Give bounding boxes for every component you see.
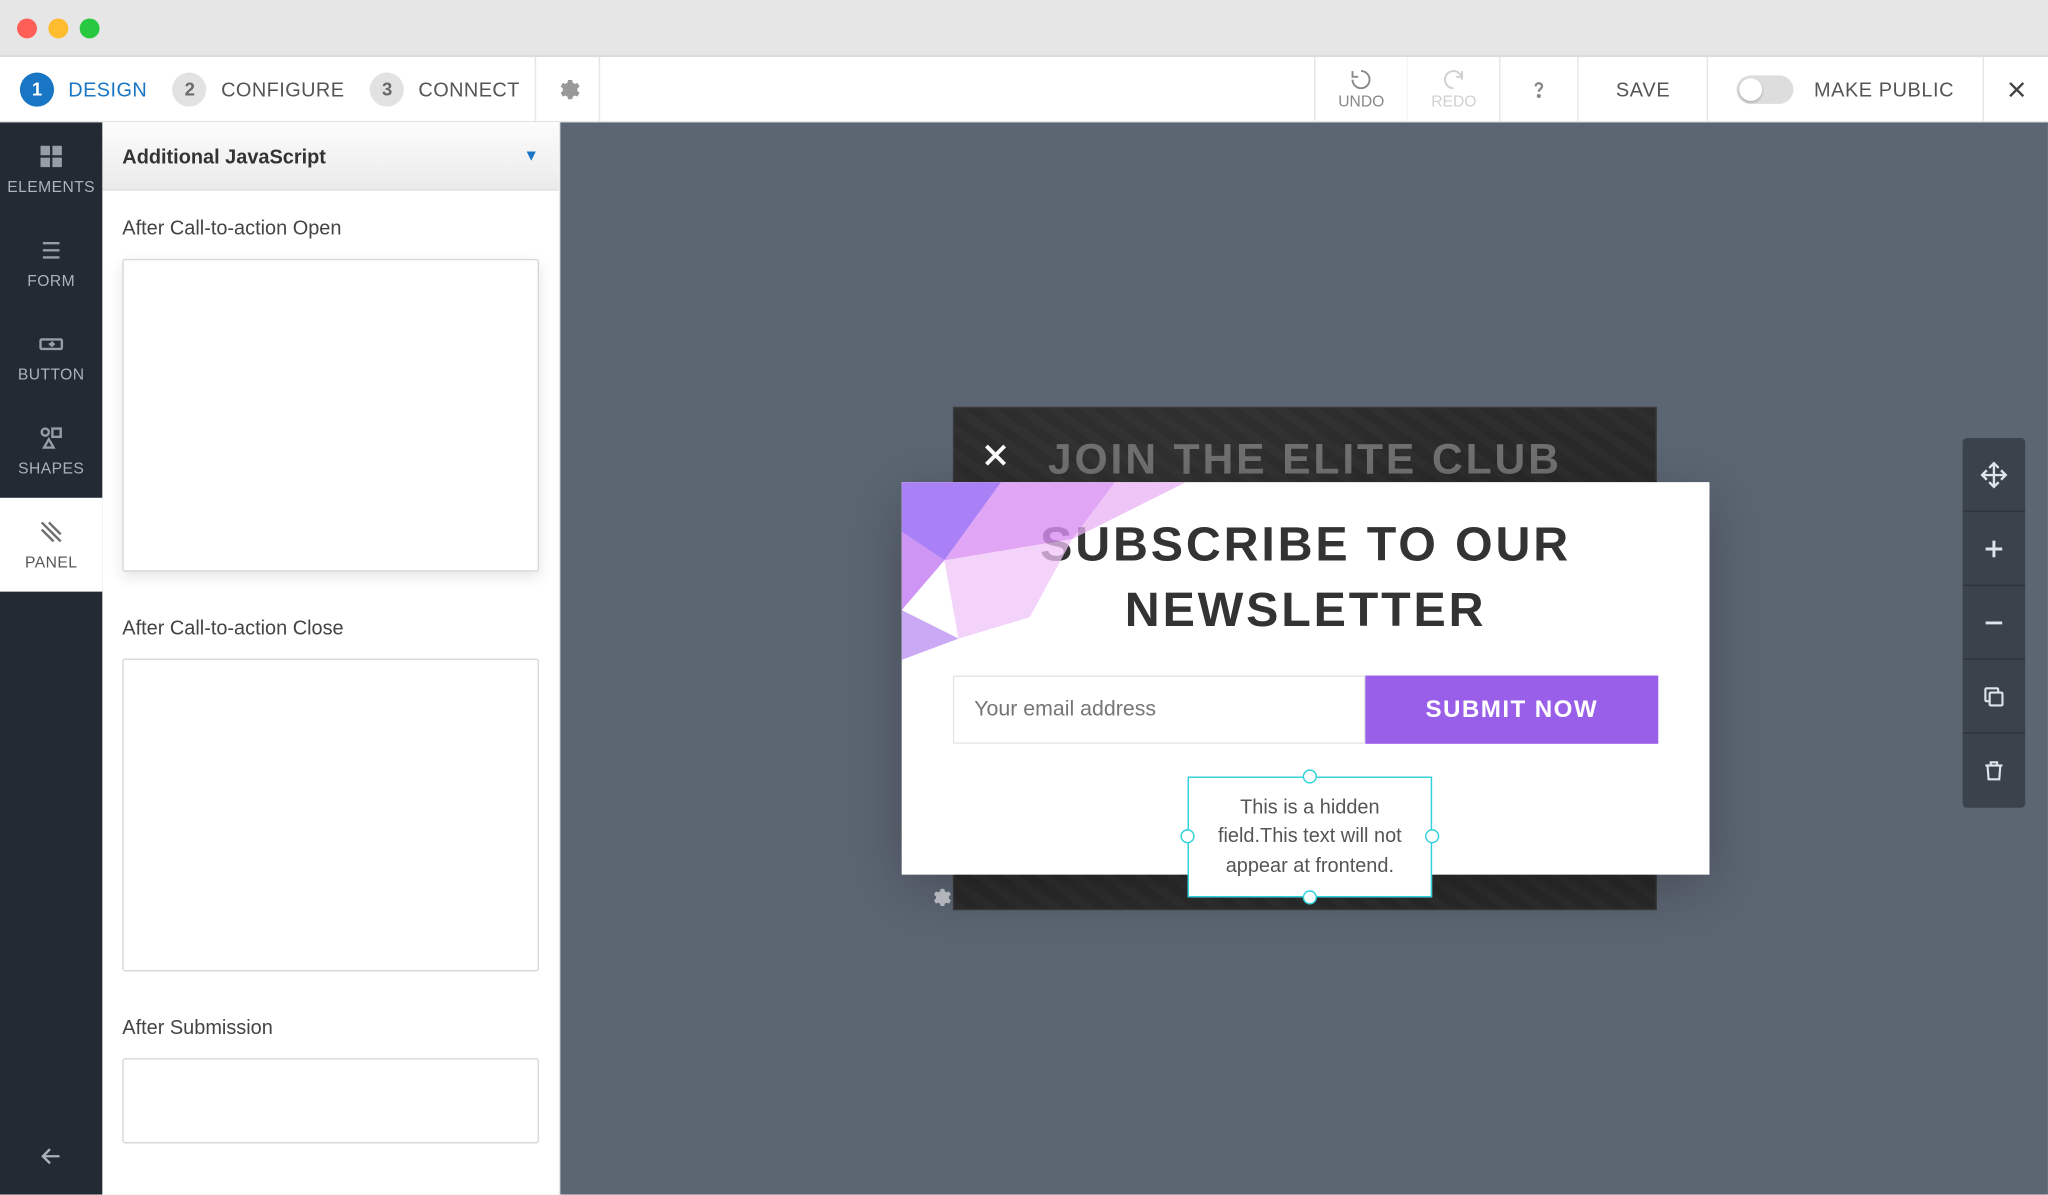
- step-design[interactable]: 1 DESIGN: [20, 72, 147, 106]
- help-button[interactable]: [1499, 57, 1577, 121]
- step-number: 2: [173, 72, 207, 106]
- close-window-icon[interactable]: [17, 18, 37, 38]
- make-public-label: MAKE PUBLIC: [1814, 78, 1954, 101]
- shapes-icon: [37, 424, 65, 452]
- panel-section-header[interactable]: Additional JavaScript ▼: [102, 122, 559, 190]
- gear-icon: [929, 886, 952, 909]
- sidebar-item-panel[interactable]: PANEL: [0, 498, 102, 592]
- submit-button[interactable]: SUBMIT NOW: [1365, 675, 1658, 743]
- close-icon: [2005, 78, 2028, 101]
- selected-hidden-field[interactable]: This is a hidden field.This text will no…: [1188, 777, 1433, 898]
- zoom-in-button[interactable]: [1963, 512, 2026, 586]
- move-icon: [1980, 460, 2008, 488]
- field-label: After Call-to-action Open: [122, 216, 539, 239]
- redo-button[interactable]: REDO: [1407, 57, 1499, 121]
- delete-button[interactable]: [1963, 734, 2026, 808]
- sidebar-item-label: FORM: [27, 273, 75, 290]
- make-public-section: MAKE PUBLIC: [1707, 57, 1982, 121]
- after-submission-textarea[interactable]: [122, 1058, 539, 1143]
- popup-title: SUBSCRIBE TO OUR NEWSLETTER: [902, 482, 1710, 644]
- after-close-textarea[interactable]: [122, 658, 539, 971]
- after-open-textarea[interactable]: [122, 259, 539, 572]
- field-label: After Call-to-action Close: [122, 616, 539, 639]
- help-icon: [1526, 76, 1552, 102]
- sidebar-item-shapes[interactable]: SHAPES: [0, 404, 102, 498]
- undo-button[interactable]: UNDO: [1314, 57, 1407, 121]
- zoom-out-button[interactable]: [1963, 586, 2026, 660]
- move-tool-button[interactable]: [1963, 438, 2026, 512]
- step-number: 1: [20, 72, 54, 106]
- redo-label: REDO: [1431, 93, 1476, 110]
- step-label: CONNECT: [418, 78, 519, 101]
- sidebar-item-elements[interactable]: ELEMENTS: [0, 122, 102, 216]
- plus-icon: [1980, 534, 2008, 562]
- panel-section-title: Additional JavaScript: [122, 144, 326, 167]
- field-label: After Submission: [122, 1015, 539, 1038]
- hidden-field-text: This is a hidden field.This text will no…: [1218, 795, 1402, 875]
- save-label: SAVE: [1616, 78, 1670, 101]
- list-icon: [37, 236, 65, 264]
- step-configure[interactable]: 2 CONFIGURE: [173, 72, 345, 106]
- floating-tools: [1963, 438, 2026, 808]
- settings-button[interactable]: [534, 56, 599, 121]
- sidebar-item-button[interactable]: BUTTON: [0, 310, 102, 404]
- close-button[interactable]: [1983, 57, 2048, 121]
- properties-panel: Additional JavaScript ▼ After Call-to-ac…: [102, 122, 560, 1194]
- copy-button[interactable]: [1963, 660, 2026, 734]
- sidebar-item-label: PANEL: [25, 555, 77, 572]
- resize-handle-w[interactable]: [1180, 830, 1194, 844]
- minimize-window-icon[interactable]: [48, 18, 68, 38]
- step-label: CONFIGURE: [221, 78, 344, 101]
- mac-titlebar: [0, 0, 2048, 57]
- make-public-toggle[interactable]: [1737, 75, 1794, 103]
- background-title: JOIN THE ELITE CLUB: [954, 437, 1655, 485]
- gear-icon: [554, 76, 580, 102]
- maximize-window-icon[interactable]: [80, 18, 100, 38]
- resize-handle-n[interactable]: [1303, 769, 1317, 783]
- back-button[interactable]: [0, 1118, 102, 1195]
- grid-icon: [37, 142, 65, 170]
- chevron-down-icon: ▼: [524, 147, 539, 164]
- panel-icon: [37, 518, 65, 546]
- step-number: 3: [370, 72, 404, 106]
- resize-handle-s[interactable]: [1303, 890, 1317, 904]
- top-toolbar: 1 DESIGN 2 CONFIGURE 3 CONNECT UNDO REDO: [0, 57, 2048, 122]
- trash-icon: [1981, 758, 2007, 784]
- copy-icon: [1981, 683, 2007, 709]
- save-button[interactable]: SAVE: [1577, 57, 1707, 121]
- email-input[interactable]: [953, 675, 1365, 743]
- step-label: DESIGN: [68, 78, 147, 101]
- minus-icon: [1980, 608, 2008, 636]
- step-connect[interactable]: 3 CONNECT: [370, 72, 520, 106]
- submit-label: SUBMIT NOW: [1425, 695, 1598, 723]
- redo-icon: [1442, 68, 1465, 91]
- arrow-left-icon: [37, 1142, 65, 1170]
- element-settings-button[interactable]: [929, 886, 952, 916]
- sidebar-item-label: SHAPES: [18, 461, 84, 478]
- button-icon: [37, 330, 65, 358]
- sidebar-item-form[interactable]: FORM: [0, 216, 102, 310]
- sidebar-item-label: BUTTON: [18, 367, 85, 384]
- design-canvas[interactable]: JOIN THE ELITE CLUB SUBSCRIBE TO OUR NEW…: [560, 122, 2048, 1194]
- sidebar-item-label: ELEMENTS: [7, 179, 95, 196]
- undo-label: UNDO: [1338, 93, 1384, 110]
- undo-icon: [1350, 68, 1373, 91]
- left-sidebar: ELEMENTS FORM BUTTON SHAPES PANEL: [0, 122, 102, 1194]
